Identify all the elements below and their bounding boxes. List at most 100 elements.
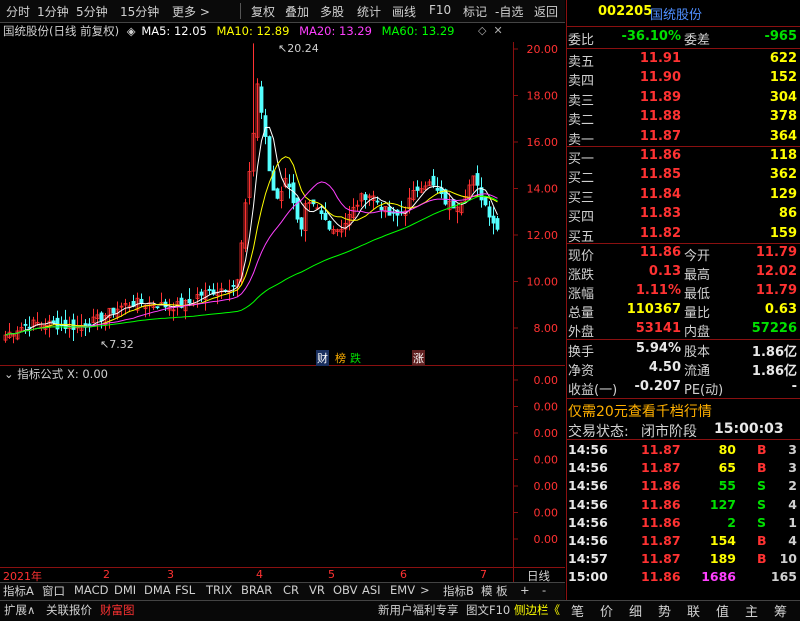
indicator-tab[interactable]: + (520, 583, 530, 599)
tab-more[interactable]: 更多 > (172, 3, 210, 20)
event-tag-zhang[interactable]: 涨 (412, 350, 425, 366)
indicator-tab[interactable]: 窗口 (42, 583, 65, 599)
indicator-axis-label: 0.00 (534, 427, 559, 440)
indicator-axis-label: 0.00 (534, 401, 559, 414)
back-button[interactable]: 返回 (534, 3, 558, 20)
orderbook-row[interactable]: 买四 11.83 86 (566, 206, 800, 225)
event-tag-bang[interactable]: 榜 (335, 350, 346, 366)
biaoji-button[interactable]: 标记 (463, 3, 487, 20)
quote-row: 现价 11.86 今开 11.79 (568, 245, 797, 264)
quote-row: 涨幅 1.11% 最低 11.79 (568, 283, 797, 302)
orderbook-row[interactable]: 卖四 11.90 152 (566, 70, 800, 89)
indicator-tab[interactable]: CR (283, 583, 299, 599)
fuquan-button[interactable]: 复权 (251, 3, 275, 20)
indicator-tab[interactable]: EMV (390, 583, 415, 599)
indicator-title: 指标公式 (17, 367, 64, 381)
orderbook-row[interactable]: 买一 11.86 118 (566, 148, 800, 167)
date-axis-month: 3 (167, 568, 174, 581)
price-axis-label: 10.00 (527, 276, 559, 289)
promo-banner[interactable]: 仅需20元查看千档行情 (566, 401, 800, 420)
nav-icon-6[interactable]: 主 (745, 601, 758, 620)
event-tag-cai[interactable]: 财 (316, 350, 329, 366)
f10-button[interactable]: F10 (429, 3, 451, 17)
diejia-button[interactable]: 叠加 (285, 3, 309, 20)
tick-row: 14:56 11.86 2 S 1 (568, 514, 797, 530)
event-tag-die[interactable]: 跌 (350, 350, 361, 366)
date-axis-month: 7 (480, 568, 487, 581)
indicator-tab[interactable]: 模 板 (481, 583, 508, 599)
stat-row: 净资 4.50 流通 1.86亿 (568, 360, 797, 379)
chart-toolbar: 分时 1分钟 5分钟 15分钟 更多 > 复权 叠加 多股 统计 画线 F10 … (0, 0, 565, 23)
tab-15min[interactable]: 15分钟 (120, 3, 159, 20)
date-axis-month: 2 (103, 568, 110, 581)
indicator-tab[interactable]: FSL (175, 583, 195, 599)
quote-row: 外盘 53141 内盘 57226 (568, 321, 797, 340)
price-axis-label: 18.00 (527, 90, 559, 103)
expand-button[interactable]: 扩展∧ (4, 602, 35, 618)
stat-row: 收益(一) -0.207 PE(动) - (568, 379, 797, 398)
nav-icon-5[interactable]: 值 (716, 601, 729, 620)
orderbook-row[interactable]: 买二 11.85 362 (566, 167, 800, 186)
price-axis-label: 20.00 (527, 43, 559, 56)
indicator-tab[interactable]: BRAR (241, 583, 272, 599)
indicator-axis-label: 0.00 (534, 533, 559, 546)
nav-icon-7[interactable]: 筹 (774, 601, 787, 620)
nav-icon-1[interactable]: 价 (600, 601, 613, 620)
stock-title: 002205 国统股份 (566, 4, 800, 23)
sidebar-toggle[interactable]: 侧边栏《 (514, 602, 560, 618)
price-axis-label: 16.00 (527, 136, 559, 149)
date-axis-month: 6 (400, 568, 407, 581)
tab-fenshi[interactable]: 分时 (6, 3, 30, 20)
high-annotation: ↖20.24 (278, 42, 319, 55)
indicator-axis-label: 0.00 (534, 480, 559, 493)
price-axis-label: 14.00 (527, 183, 559, 196)
tab-5min[interactable]: 5分钟 (76, 3, 108, 20)
indicator-tab[interactable]: DMI (114, 583, 136, 599)
indicator-tab[interactable]: 指标A (3, 583, 34, 599)
indicator-tab[interactable]: VR (309, 583, 325, 599)
zixuan-button[interactable]: -自选 (495, 3, 523, 20)
indicator-tab[interactable]: MACD (74, 583, 108, 599)
tick-row: 14:56 11.87 65 B 3 (568, 460, 797, 476)
tick-row: 14:56 11.86 55 S 2 (568, 478, 797, 494)
indicator-value: X: 0.00 (66, 367, 108, 381)
related-quote-button[interactable]: 关联报价 (46, 602, 92, 618)
quote-row: 总量 110367 量比 0.63 (568, 302, 797, 321)
stock-name: 国统股份 (650, 8, 703, 23)
indicator-tab[interactable]: > (420, 583, 430, 599)
nav-icon-3[interactable]: 势 (658, 601, 671, 620)
stat-row: 换手 5.94% 股本 1.86亿 (568, 341, 797, 360)
duogu-button[interactable]: 多股 (320, 3, 344, 20)
wealth-chart-button[interactable]: 财富图 (100, 602, 135, 618)
orderbook-row[interactable]: 卖三 11.89 304 (566, 90, 800, 109)
indicator-tab[interactable]: 指标B (443, 583, 474, 599)
indicator-tab[interactable]: DMA (144, 583, 171, 599)
indicator-axis-label: 0.00 (534, 507, 559, 520)
indicator-tab[interactable]: OBV (333, 583, 357, 599)
nav-icon-2[interactable]: 细 (629, 601, 642, 620)
orderbook-row[interactable]: 买三 11.84 129 (566, 187, 800, 206)
tab-1min[interactable]: 1分钟 (37, 3, 69, 20)
tick-row: 14:57 11.87 189 B 10 (568, 551, 797, 567)
f10-text-button[interactable]: 图文F10 (466, 602, 510, 618)
tongji-button[interactable]: 统计 (357, 3, 381, 20)
new-user-promo[interactable]: 新用户福利专享 (378, 602, 459, 618)
tick-row: 14:56 11.87 80 B 3 (568, 442, 797, 457)
orderbook-row[interactable]: 买五 11.82 159 (566, 226, 800, 245)
nav-icon-0[interactable]: 笔 (571, 601, 584, 620)
orderbook-row[interactable]: 卖一 11.87 364 (566, 129, 800, 148)
indicator-header[interactable]: ⌄ 指标公式 X: 0.00 (4, 366, 108, 382)
indicator-tab[interactable]: ASI (362, 583, 381, 599)
orderbook-row[interactable]: 卖五 11.91 622 (566, 51, 800, 70)
orderbook-row[interactable]: 卖二 11.88 378 (566, 109, 800, 128)
indicator-tab[interactable]: - (542, 583, 546, 599)
price-axis-label: 8.00 (534, 322, 559, 335)
kline-chart[interactable]: 20.00 18.00 16.00 14.00 12.00 10.00 8.00 0.00 0.… (0, 22, 566, 582)
date-axis-month: 4 (256, 568, 263, 581)
collapse-icon[interactable]: ⌄ (4, 367, 14, 381)
huaxian-button[interactable]: 画线 (392, 3, 416, 20)
tick-row: 15:00 11.86 1686 165 (568, 569, 797, 585)
indicator-tab[interactable]: TRIX (206, 583, 232, 599)
nav-icon-4[interactable]: 联 (687, 601, 700, 620)
stock-code: 002205 (598, 4, 653, 19)
